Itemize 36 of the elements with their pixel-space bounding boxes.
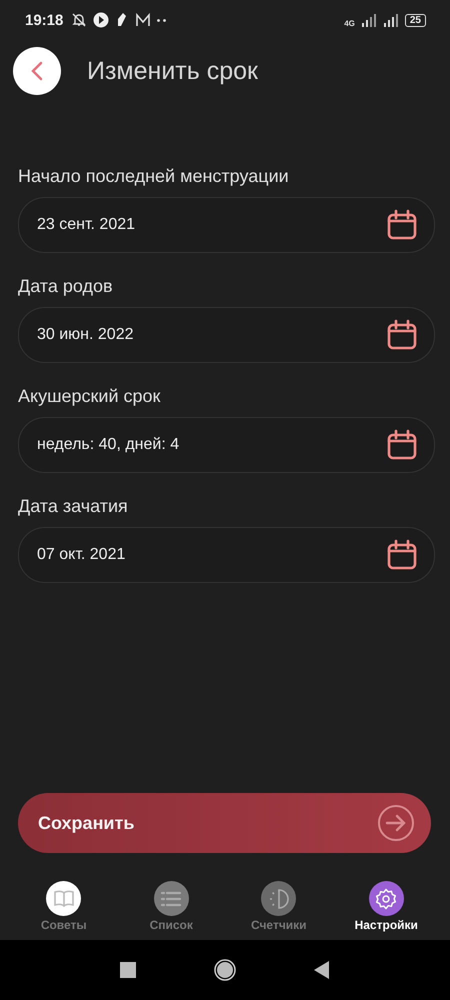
nav-tab[interactable]: Счетчики [244, 881, 314, 932]
calendar-icon [386, 429, 418, 461]
back-button[interactable] [13, 47, 61, 95]
field-label: Дата зачатия [18, 496, 129, 517]
battery-level: 25 [404, 14, 426, 26]
field-label: Дата родов [18, 276, 114, 297]
settings-icon [375, 888, 398, 910]
home-icon[interactable] [214, 959, 236, 981]
mail-icon [135, 12, 152, 28]
calendar-icon [386, 209, 418, 241]
field-label: Начало последней менструации [18, 166, 290, 187]
network-type: 4G [344, 18, 355, 28]
arrow-right-icon [377, 804, 415, 842]
list-icon [160, 890, 182, 908]
bell-off-icon [71, 12, 88, 28]
signal-icon [360, 13, 377, 27]
field-label: Акушерский срок [18, 386, 162, 407]
more-icon [157, 18, 166, 22]
page-title: Изменить срок [87, 56, 258, 86]
date-field[interactable]: 23 сент. 2021 [18, 197, 435, 253]
date-field[interactable]: 07 окт. 2021 [18, 527, 435, 583]
save-button[interactable]: Сохранить [18, 793, 431, 853]
nav-tab[interactable]: Советы [28, 881, 99, 932]
nav-tab[interactable]: Настройки [351, 881, 422, 932]
play-circle-icon [93, 12, 110, 28]
signal-icon [382, 13, 399, 27]
calendar-icon [386, 539, 418, 571]
calendar-icon [386, 319, 418, 351]
date-field[interactable]: недель: 40, дней: 4 [18, 417, 435, 473]
nav-tab[interactable]: Список [136, 881, 206, 932]
back-nav-icon[interactable] [314, 961, 330, 979]
date-field[interactable]: 30 июн. 2022 [18, 307, 435, 363]
book-icon [52, 888, 75, 908]
timer-icon [268, 888, 290, 910]
status-time: 19:18 [25, 12, 64, 28]
back-icon [31, 61, 43, 81]
